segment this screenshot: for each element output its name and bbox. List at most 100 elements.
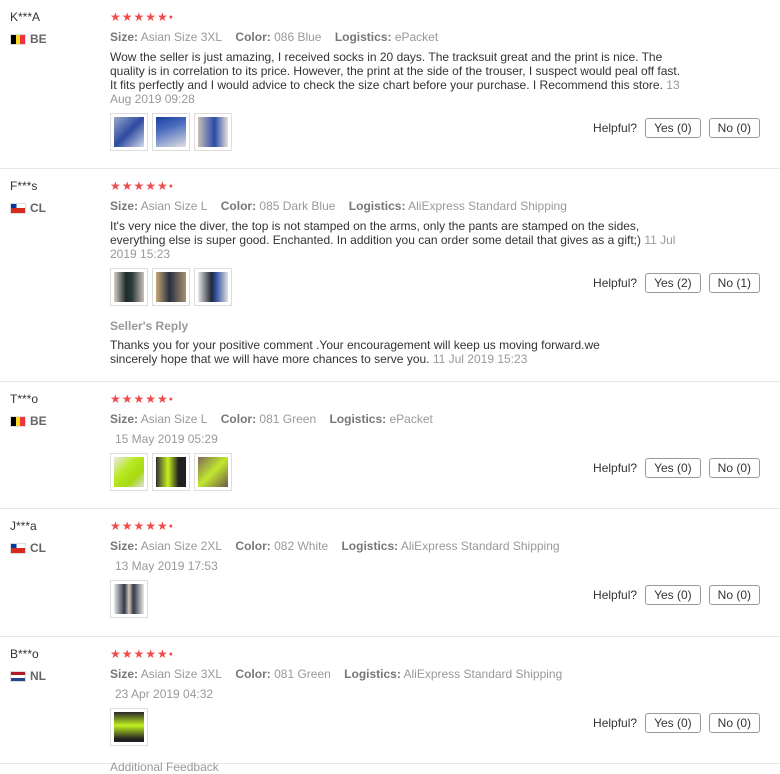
country-code: CL [30, 201, 46, 215]
helpful-votes: Helpful? Yes (2) No (1) [593, 273, 760, 293]
helpful-no-button[interactable]: No (0) [708, 458, 760, 478]
review-body: ★★★★★● Size: Asian Size 2XL Color: 082 W… [110, 519, 690, 573]
review-photo[interactable] [194, 453, 232, 491]
review-photo[interactable] [110, 268, 148, 306]
reviewer-name: K***A [10, 10, 41, 24]
review-text: It's very nice the diver, the top is not… [110, 219, 690, 261]
review-photo[interactable] [110, 708, 148, 746]
helpful-no-button[interactable]: No (0) [708, 585, 760, 605]
seller-reply-title: Seller's Reply [110, 319, 189, 333]
size-label: Size: [110, 411, 139, 426]
size-label: Size: [110, 29, 139, 44]
color-label: Color: [220, 198, 257, 213]
reviewer-name: J***a [10, 519, 37, 533]
stars-icon: ★★★★★ [110, 392, 169, 406]
reviewer-info: F***s CL [10, 179, 100, 215]
review-body: ★★★★★● Size: Asian Size 3XL Color: 081 G… [110, 647, 690, 701]
review-text: 23 Apr 2019 04:32 [115, 687, 695, 701]
logistics-value: AliExpress Standard Shipping [403, 666, 563, 681]
review-photo[interactable] [152, 268, 190, 306]
logistics-label: Logistics: [344, 666, 401, 681]
logistics-value: AliExpress Standard Shipping [400, 538, 560, 553]
logistics-label: Logistics: [348, 198, 406, 213]
helpful-no-button[interactable]: No (1) [708, 273, 760, 293]
star-rating: ★★★★★● [110, 10, 175, 24]
size-value: Asian Size 3XL [140, 29, 223, 44]
order-attributes: Size: Asian Size L Color: 081 Green Logi… [110, 411, 690, 427]
color-value: 085 Dark Blue [259, 198, 336, 213]
logistics-label: Logistics: [329, 411, 387, 426]
star-rating: ★★★★★● [110, 647, 175, 661]
review-text: 13 May 2019 17:53 [115, 559, 695, 573]
review-text-content: It's very nice the diver, the top is not… [110, 218, 641, 247]
reviewer-info: T***o BE [10, 392, 100, 428]
reviewer-info: J***a CL [10, 519, 100, 555]
star-rating: ★★★★★● [110, 392, 175, 406]
helpful-label: Helpful? [593, 588, 638, 602]
logistics-label: Logistics: [334, 29, 392, 44]
logistics-value: ePacket [394, 29, 439, 44]
logistics-value: ePacket [389, 411, 433, 426]
belgium-flag-icon [10, 33, 26, 45]
review-body: ★★★★★● Size: Asian Size L Color: 085 Dar… [110, 179, 690, 261]
review-photo[interactable] [152, 453, 190, 491]
review-photo[interactable] [194, 268, 232, 306]
order-attributes: Size: Asian Size 3XL Color: 081 Green Lo… [110, 666, 690, 682]
stars-icon: ★★★★★ [110, 647, 169, 661]
country-code: CL [30, 541, 46, 555]
helpful-label: Helpful? [593, 716, 638, 730]
review-item: T***o BE ★★★★★● Size: Asian Size L Color… [0, 382, 780, 509]
seller-reply: Thanks you for your positive comment .Yo… [110, 338, 640, 366]
country-code: BE [30, 414, 47, 428]
review-photos [110, 708, 148, 746]
review-photo[interactable] [110, 580, 148, 618]
helpful-votes: Helpful? Yes (0) No (0) [593, 585, 760, 605]
reviewer-country: CL [10, 201, 100, 215]
helpful-no-button[interactable]: No (0) [708, 713, 760, 733]
review-body: ★★★★★● Size: Asian Size 3XL Color: 086 B… [110, 10, 690, 106]
review-photo[interactable] [194, 113, 232, 151]
review-photos [110, 453, 232, 491]
review-text: Wow the seller is just amazing, I receiv… [110, 50, 690, 106]
reviewer-country: NL [10, 669, 100, 683]
helpful-votes: Helpful? Yes (0) No (0) [593, 713, 760, 733]
helpful-label: Helpful? [593, 121, 638, 135]
order-attributes: Size: Asian Size 3XL Color: 086 Blue Log… [110, 29, 690, 45]
helpful-label: Helpful? [593, 461, 638, 475]
review-photo[interactable] [110, 113, 148, 151]
review-photos [110, 580, 148, 618]
star-rating: ★★★★★● [110, 519, 175, 533]
helpful-votes: Helpful? Yes (0) No (0) [593, 458, 760, 478]
helpful-votes: Helpful? Yes (0) No (0) [593, 118, 760, 138]
helpful-yes-button[interactable]: Yes (0) [645, 458, 701, 478]
order-attributes: Size: Asian Size L Color: 085 Dark Blue … [110, 198, 690, 214]
chile-flag-icon [10, 202, 26, 214]
chile-flag-icon [10, 542, 26, 554]
size-value: Asian Size L [140, 411, 208, 426]
review-date: 13 May 2019 17:53 [115, 558, 218, 573]
helpful-label: Helpful? [593, 276, 638, 290]
reviewer-name: B***o [10, 647, 39, 661]
review-item: F***s CL ★★★★★● Size: Asian Size L Color… [0, 169, 780, 382]
country-code: NL [30, 669, 46, 683]
review-photo[interactable] [152, 113, 190, 151]
reviewer-info: K***A BE [10, 10, 100, 46]
review-body: ★★★★★● Size: Asian Size L Color: 081 Gre… [110, 392, 690, 446]
reviewer-name: F***s [10, 179, 38, 193]
helpful-yes-button[interactable]: Yes (0) [645, 713, 701, 733]
helpful-yes-button[interactable]: Yes (2) [645, 273, 701, 293]
color-value: 086 Blue [274, 29, 322, 44]
review-photo[interactable] [110, 453, 148, 491]
color-label: Color: [220, 411, 257, 426]
stars-icon: ★★★★★ [110, 179, 169, 193]
belgium-flag-icon [10, 415, 26, 427]
reviewer-info: B***o NL [10, 647, 100, 683]
netherlands-flag-icon [10, 670, 26, 682]
color-value: 081 Green [259, 411, 317, 426]
review-item: K***A BE ★★★★★● Size: Asian Size 3XL Col… [0, 0, 780, 169]
helpful-no-button[interactable]: No (0) [708, 118, 760, 138]
review-photos [110, 268, 232, 306]
color-label: Color: [235, 29, 271, 44]
helpful-yes-button[interactable]: Yes (0) [645, 585, 701, 605]
helpful-yes-button[interactable]: Yes (0) [645, 118, 701, 138]
